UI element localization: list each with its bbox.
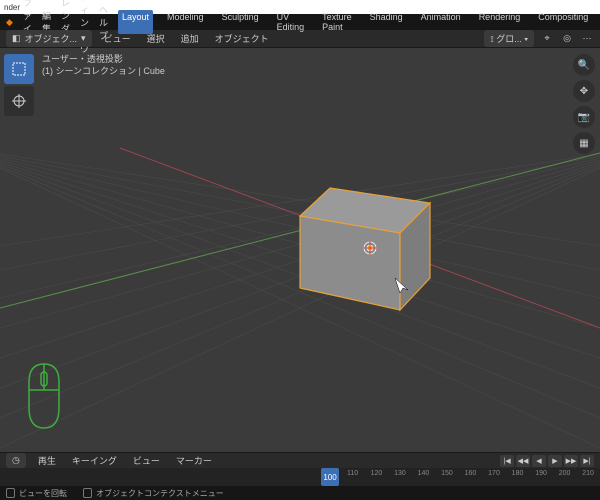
proportional-edit-toggle[interactable]: ◎ bbox=[560, 32, 574, 46]
mouse-button-icon bbox=[6, 488, 15, 498]
clock-icon: ◷ bbox=[12, 455, 20, 465]
tab-texture-paint[interactable]: Texture Paint bbox=[318, 10, 356, 34]
tab-uv-editing[interactable]: UV Editing bbox=[273, 10, 309, 34]
proportional-icon: ◎ bbox=[563, 33, 571, 44]
snap-toggle[interactable]: ⌖ bbox=[540, 32, 554, 46]
perspective-gizmo[interactable]: ▦ bbox=[573, 132, 595, 154]
timeline-menu-keying[interactable]: キーイング bbox=[68, 452, 121, 469]
tab-shading[interactable]: Shading bbox=[366, 10, 407, 34]
jump-end-button[interactable]: ▶| bbox=[580, 455, 594, 467]
tick-label: 170 bbox=[488, 470, 500, 477]
camera-gizmo[interactable]: 📷 bbox=[573, 106, 595, 128]
menu-select[interactable]: 選択 bbox=[143, 30, 169, 47]
select-box-tool[interactable] bbox=[4, 54, 34, 84]
mode-label: オブジェク... bbox=[25, 32, 78, 45]
timeline-ticks: 100 110 120 130 140 150 160 170 180 190 … bbox=[6, 468, 594, 486]
play-reverse-button[interactable]: ◀ bbox=[532, 455, 546, 467]
orientation-icon: ⟟ bbox=[490, 34, 493, 44]
tick-label: 150 bbox=[441, 470, 453, 477]
blender-icon: ◆ bbox=[6, 17, 13, 28]
play-button[interactable]: ▶ bbox=[548, 455, 562, 467]
grid-icon: ▦ bbox=[579, 138, 588, 149]
move-icon: ✥ bbox=[580, 86, 588, 97]
orientation-dropdown[interactable]: ⟟ グロ... ▾ bbox=[484, 30, 534, 47]
chevron-down-icon: ▾ bbox=[81, 33, 86, 44]
viewport-svg bbox=[0, 48, 600, 452]
timeline-header: ◷ 再生 キーイング ビュー マーカー |◀ ◀◀ ◀ ▶ ▶▶ ▶| bbox=[0, 452, 600, 468]
menu-object[interactable]: オブジェクト bbox=[211, 30, 273, 47]
tick-label: 180 bbox=[512, 470, 524, 477]
tick-label: 110 bbox=[347, 470, 358, 477]
left-toolbar bbox=[4, 54, 34, 116]
timeline-editor-type[interactable]: ◷ bbox=[6, 453, 26, 468]
timeline-menu-view[interactable]: ビュー bbox=[129, 452, 164, 469]
status-bar: ビューを回転 オブジェクトコンテクストメニュー bbox=[0, 486, 600, 500]
cursor-tool[interactable] bbox=[4, 86, 34, 116]
chevron-down-icon: ▾ bbox=[524, 34, 528, 44]
jump-start-button[interactable]: |◀ bbox=[500, 455, 514, 467]
hint-label: ビューを回転 bbox=[19, 488, 67, 499]
status-hint-context-menu: オブジェクトコンテクストメニュー bbox=[83, 488, 224, 499]
select-box-icon bbox=[11, 61, 27, 77]
tick-label: 140 bbox=[418, 470, 430, 477]
zoom-icon: 🔍 bbox=[578, 60, 590, 71]
tick-label: 200 bbox=[559, 470, 571, 477]
transport-controls: |◀ ◀◀ ◀ ▶ ▶▶ ▶| bbox=[500, 455, 594, 467]
zoom-gizmo[interactable]: 🔍 bbox=[573, 54, 595, 76]
overlay-perspective-label: ユーザー・透視投影 bbox=[42, 54, 165, 66]
viewport-overlay-info: ユーザー・透視投影 (1) シーンコレクション | Cube bbox=[42, 54, 165, 77]
cube-object bbox=[300, 188, 430, 310]
timeline-menu-playback[interactable]: 再生 bbox=[34, 452, 60, 469]
mouse-hint-overlay bbox=[14, 356, 74, 438]
menu-add[interactable]: 追加 bbox=[177, 30, 203, 47]
mouse-button-icon bbox=[83, 488, 92, 498]
status-hint-rotate: ビューを回転 bbox=[6, 488, 67, 499]
camera-icon: 📷 bbox=[578, 112, 590, 123]
tick-label: 190 bbox=[535, 470, 547, 477]
overlay-object-path: (1) シーンコレクション | Cube bbox=[42, 66, 165, 78]
cursor-icon bbox=[11, 93, 27, 109]
mode-dropdown[interactable]: ◧ オブジェク... ▾ bbox=[6, 30, 92, 47]
right-gizmo-column: 🔍 ✥ 📷 ▦ bbox=[572, 54, 596, 154]
tick-label: 130 bbox=[394, 470, 406, 477]
options-icon: ⋯ bbox=[583, 33, 592, 44]
tick-label: 120 bbox=[371, 470, 383, 477]
playhead[interactable]: 100 bbox=[321, 468, 339, 486]
current-frame-label: 100 bbox=[323, 473, 336, 482]
mode-icon: ◧ bbox=[12, 33, 21, 44]
tab-animation[interactable]: Animation bbox=[417, 10, 465, 34]
prev-keyframe-button[interactable]: ◀◀ bbox=[516, 455, 530, 467]
next-keyframe-button[interactable]: ▶▶ bbox=[564, 455, 578, 467]
snap-icon: ⌖ bbox=[544, 33, 549, 44]
orientation-label: グロ... bbox=[496, 34, 522, 44]
move-gizmo[interactable]: ✥ bbox=[573, 80, 595, 102]
menu-view[interactable]: ビュー bbox=[100, 30, 135, 47]
mouse-icon bbox=[14, 356, 74, 436]
timeline-ruler[interactable]: 100 110 120 130 140 150 160 170 180 190 … bbox=[0, 468, 600, 486]
tick-label: 160 bbox=[465, 470, 477, 477]
3d-viewport[interactable] bbox=[0, 48, 600, 452]
app-name: nder bbox=[4, 3, 20, 12]
options-dropdown[interactable]: ⋯ bbox=[580, 32, 594, 46]
hint-label: オブジェクトコンテクストメニュー bbox=[96, 488, 224, 499]
tick-label: 210 bbox=[582, 470, 594, 477]
top-menu-bar: ◆ ファイル 編集 レンダー ウィンドウ ヘルプ Layout Modeling… bbox=[0, 14, 600, 30]
timeline-menu-marker[interactable]: マーカー bbox=[172, 452, 216, 469]
